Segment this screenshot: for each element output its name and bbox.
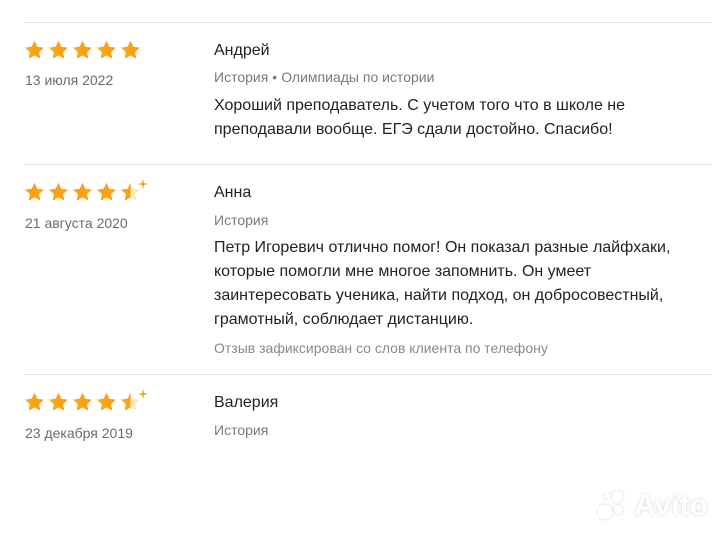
star-full-icon bbox=[24, 182, 45, 202]
reviewer-name: Анна bbox=[214, 184, 252, 201]
star-full-icon bbox=[72, 392, 93, 412]
star-full-icon bbox=[72, 40, 93, 60]
sparkle-icon bbox=[138, 389, 148, 399]
review-subject: История • Олимпиады по истории bbox=[214, 69, 434, 85]
rating-stars bbox=[24, 389, 148, 412]
rating-stars bbox=[24, 40, 141, 60]
rating-stars bbox=[24, 179, 148, 202]
avito-wordmark: Avito bbox=[634, 489, 708, 522]
star-full-icon bbox=[24, 40, 45, 60]
subject-extra-label: Олимпиады по истории bbox=[281, 69, 435, 85]
separator-dot: • bbox=[272, 69, 278, 85]
star-full-icon bbox=[120, 40, 141, 60]
star-half-icon bbox=[120, 389, 148, 412]
avito-logo-icon bbox=[598, 491, 628, 521]
review-subject: История bbox=[214, 212, 269, 228]
divider bbox=[24, 164, 712, 165]
divider bbox=[24, 22, 712, 23]
subject-label: История bbox=[214, 69, 269, 85]
star-full-icon bbox=[96, 182, 117, 202]
review-text: Петр Игоревич отлично помог! Он показал … bbox=[214, 239, 671, 328]
avito-watermark: Avito bbox=[598, 489, 708, 523]
star-full-icon bbox=[48, 392, 69, 412]
reviewer-name: Валерия bbox=[214, 394, 279, 411]
review-text: Хороший преподаватель. С учетом того что… bbox=[214, 97, 626, 138]
star-full-icon bbox=[48, 40, 69, 60]
reviewer-name: Андрей bbox=[214, 42, 270, 59]
review-date: 21 августа 2020 bbox=[25, 215, 128, 231]
star-full-icon bbox=[96, 40, 117, 60]
review-date: 13 июля 2022 bbox=[25, 72, 114, 88]
review-note: Отзыв зафиксирован со слов клиента по те… bbox=[214, 340, 548, 356]
star-full-icon bbox=[48, 182, 69, 202]
divider bbox=[24, 374, 712, 375]
reviews-page: 13 июля 2022 Андрей История • Олимпиады по… bbox=[0, 0, 720, 533]
star-half-icon bbox=[120, 179, 148, 202]
review-date: 23 декабря 2019 bbox=[25, 425, 133, 441]
star-full-icon bbox=[24, 392, 45, 412]
star-full-icon bbox=[72, 182, 93, 202]
star-full-icon bbox=[96, 392, 117, 412]
sparkle-icon bbox=[138, 179, 148, 189]
review-subject: История bbox=[214, 422, 269, 438]
